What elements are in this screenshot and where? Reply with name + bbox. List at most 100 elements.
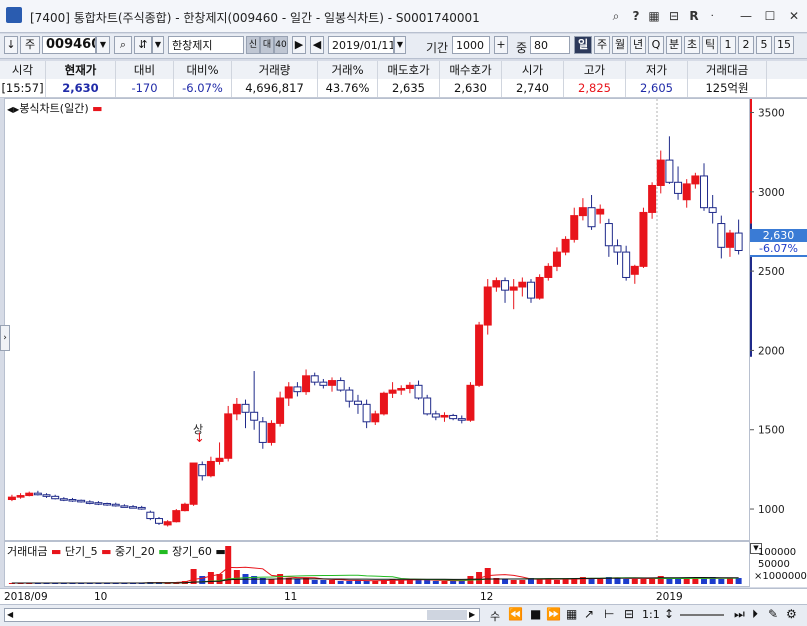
volume-tick-1: 100000 <box>758 547 797 558</box>
prev-arrow-icon[interactable]: ◀ <box>310 36 324 54</box>
volume-bar <box>233 570 240 584</box>
sort-icon[interactable]: ⇵ <box>134 36 152 54</box>
period-button-6[interactable]: 초 <box>684 36 700 54</box>
maximize-icon[interactable]: ☐ <box>762 8 778 24</box>
candle-body <box>172 510 181 523</box>
next-arrow-icon[interactable]: ▶ <box>292 36 306 54</box>
candle-body <box>535 276 544 299</box>
period-button-7[interactable]: 틱 <box>702 36 718 54</box>
chart-scrollbar[interactable]: ◀ ▶ <box>4 608 480 622</box>
y-tick-label: 3500 <box>758 108 785 120</box>
down-arrow-icon[interactable]: ↓ <box>4 36 18 54</box>
candle-body <box>475 324 484 386</box>
period-button-9[interactable]: 2 <box>738 36 754 54</box>
play-icon[interactable]: ⏵ <box>752 607 758 622</box>
candle-body <box>284 386 293 399</box>
period-button-2[interactable]: 월 <box>612 36 628 54</box>
layout-icon[interactable]: ▦ <box>646 8 662 24</box>
period-button-0[interactable]: 일 <box>574 36 592 54</box>
candle-body <box>25 492 34 497</box>
link-icon[interactable]: ⌕ <box>608 8 624 24</box>
candle-body <box>674 181 683 194</box>
candle-body <box>630 265 639 275</box>
candle-body <box>250 411 259 421</box>
volume-bar <box>329 580 336 584</box>
lock-icon[interactable]: ⊟ <box>624 607 634 621</box>
legend-amount: 거래대금 <box>7 545 48 558</box>
scroll-right-icon[interactable]: ▶ <box>469 610 475 619</box>
quote-value-11: 125억원 <box>688 79 767 97</box>
pin-icon[interactable]: ᐧ <box>704 8 720 24</box>
stock-name-field[interactable]: 한창제지 <box>168 36 244 54</box>
draw-icon[interactable]: ↗ <box>584 607 594 621</box>
volume-legend: 거래대금 ▬ 단기_5 ▬ 중기_20 ▬ 장기_60 ▬ <box>7 543 226 559</box>
volume-bar <box>571 579 578 584</box>
settings-icon[interactable]: ⚙ <box>786 607 797 621</box>
period-button-10[interactable]: 5 <box>756 36 772 54</box>
volume-bar <box>510 580 517 584</box>
volume-bar <box>640 579 647 584</box>
mode-select[interactable]: 주 <box>20 36 40 54</box>
minimize-icon[interactable]: — <box>738 8 754 24</box>
candle-body <box>587 207 596 228</box>
candle-body <box>483 286 492 326</box>
date-dropdown-icon[interactable]: ▼ <box>394 36 406 54</box>
r-icon[interactable]: R <box>686 8 702 24</box>
period-button-1[interactable]: 주 <box>594 36 610 54</box>
period-button-8[interactable]: 1 <box>720 36 736 54</box>
candle-body <box>725 232 734 248</box>
stop-icon[interactable]: ■ <box>530 607 541 621</box>
cursor-icon[interactable]: ↕ <box>664 607 674 621</box>
close-icon[interactable]: ✕ <box>786 8 802 24</box>
quote-header-row: 시각 현재가 대비 대비% 거래량 거래% 매도호가 매수호가 시가 고가 저가 거래대금 <box>0 61 807 80</box>
edit-icon[interactable]: ✎ <box>768 607 778 621</box>
period-button-11[interactable]: 15 <box>774 36 794 54</box>
volume-bar <box>553 580 560 584</box>
candle-body <box>656 159 665 186</box>
go-end-icon[interactable]: ⏭ <box>734 607 745 622</box>
zoom-ratio[interactable]: 1:1 <box>642 608 660 621</box>
annotation-arrow-icon: ↓ <box>194 431 205 446</box>
volume-bar <box>657 576 664 584</box>
candle-body <box>544 265 553 278</box>
grid-icon[interactable]: ▦ <box>566 607 577 621</box>
zoom-toggle-icon[interactable]: + <box>494 36 508 54</box>
period-button-5[interactable]: 분 <box>666 36 682 54</box>
candle-body <box>578 207 587 217</box>
period-button-4[interactable]: Q <box>648 36 664 54</box>
candle-body <box>457 418 466 421</box>
volume-bar <box>363 581 370 584</box>
help-icon[interactable]: ? <box>628 8 644 24</box>
toolbar: ↓ 주 009460 ▼ ⌕ ⇵ ▼ 한창제지 신 대 40 ▶ ◀ 2019/… <box>0 34 807 59</box>
scroll-thumb[interactable] <box>427 610 467 620</box>
legend-mid: 중기_20 <box>115 545 155 558</box>
scroll-left-icon[interactable]: ◀ <box>7 610 13 619</box>
code-dropdown-icon[interactable]: ▼ <box>96 36 110 54</box>
ruler-icon[interactable]: ⊢ <box>604 607 614 621</box>
period-input[interactable]: 1000 <box>452 36 490 54</box>
rewind-icon[interactable]: ⏪ <box>508 607 523 621</box>
quote-value-10: 2,605 <box>626 79 688 97</box>
volume-chart[interactable]: 거래대금 ▬ 단기_5 ▬ 중기_20 ▬ 장기_60 ▬ <box>4 541 750 587</box>
bottom-bar: ◀ ▶ 수 ⏪ ■ ⏩ ▦ ↗ ⊢ ⊟ 1:1 ↕ ⏭ ⏵ ✎ ⚙ <box>0 604 807 626</box>
zoom-slider[interactable] <box>680 614 724 616</box>
legend-long-color: ▬ <box>211 545 226 558</box>
date-input[interactable]: 2019/01/11 <box>328 36 394 54</box>
candle-body <box>604 223 613 247</box>
candle-body <box>596 208 605 215</box>
side-panel-toggle[interactable]: › <box>0 325 10 351</box>
stock-code-input[interactable]: 009460 <box>42 36 96 54</box>
volume-bar <box>346 581 353 584</box>
search-icon[interactable]: ⌕ <box>114 36 132 54</box>
legend-amount-color: ▬ <box>47 545 65 558</box>
volume-bar <box>320 580 327 584</box>
split-icon[interactable]: ⊟ <box>666 8 682 24</box>
candle-body <box>717 223 726 248</box>
expand-icon[interactable]: ◀▶ <box>7 105 19 114</box>
period-button-3[interactable]: 년 <box>630 36 646 54</box>
sort-dropdown-icon[interactable]: ▼ <box>152 36 164 54</box>
zoom-input[interactable]: 80 <box>530 36 570 54</box>
nav-label[interactable]: 수 <box>490 608 500 624</box>
price-chart[interactable]: ◀▶봉식차트(일간) ▬ 상 ↓ <box>4 98 750 541</box>
forward-icon[interactable]: ⏩ <box>546 607 561 621</box>
